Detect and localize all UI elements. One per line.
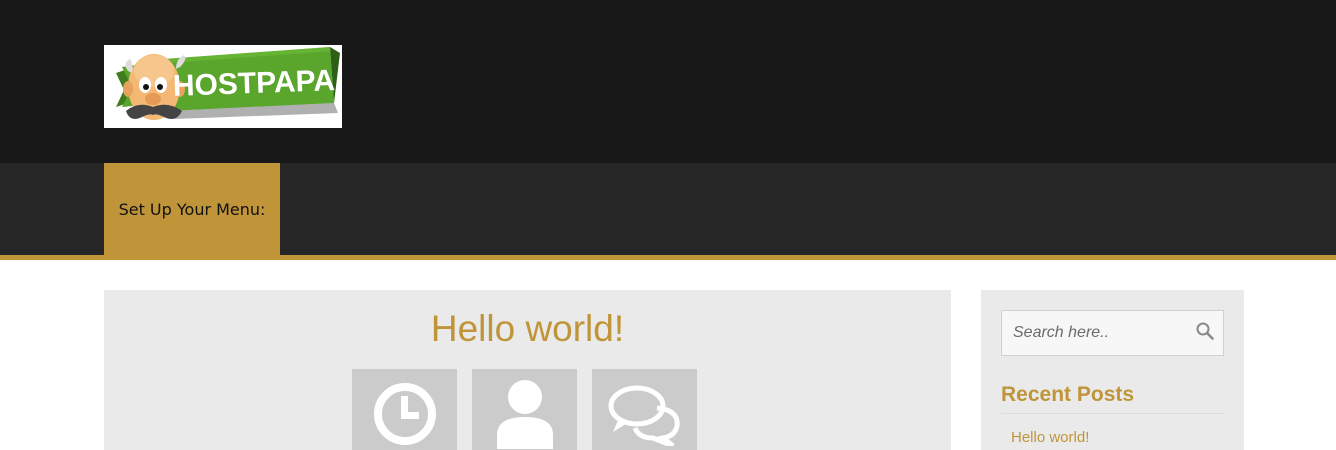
post-title[interactable]: Hello world! — [104, 308, 951, 350]
search-icon[interactable] — [1196, 322, 1214, 340]
site-header: HOSTPAPA — [0, 0, 1336, 163]
search-input[interactable] — [1002, 311, 1192, 355]
menu-item-label: Set Up Your Menu: — [118, 199, 266, 219]
user-icon — [496, 380, 553, 449]
nav-accent-line — [0, 255, 1336, 260]
post-card: Hello world! — [104, 290, 951, 450]
post-date-meta[interactable] — [352, 369, 457, 450]
sidebar: Recent Posts Hello world! — [981, 290, 1244, 450]
post-comments-meta[interactable] — [592, 369, 697, 450]
recent-post-link[interactable]: Hello world! — [1011, 429, 1089, 446]
logo-wordmark: HOSTPAPA — [172, 64, 335, 103]
site-logo[interactable]: HOSTPAPA — [104, 45, 342, 128]
set-up-menu-link[interactable]: Set Up Your Menu: — [104, 163, 280, 255]
recent-posts-heading: Recent Posts — [1001, 383, 1135, 406]
search-form — [1001, 310, 1224, 356]
post-author-meta[interactable] — [472, 369, 577, 450]
widget-divider — [1001, 413, 1224, 414]
comments-icon — [608, 385, 680, 446]
clock-icon — [373, 383, 436, 445]
